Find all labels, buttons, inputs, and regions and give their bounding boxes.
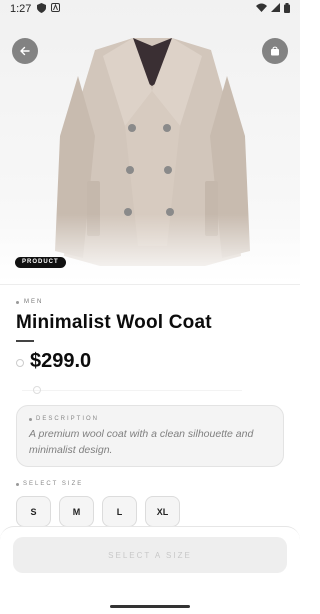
- battery-icon: [284, 2, 290, 16]
- shield-icon: [37, 2, 47, 16]
- notification-a-icon: [51, 3, 61, 15]
- divider: [0, 284, 300, 285]
- product-price: $299.0: [30, 350, 92, 372]
- status-bar: 1:27: [0, 0, 300, 18]
- signal-icon: [271, 3, 280, 15]
- product-hero-image: [0, 0, 300, 284]
- wifi-icon: [256, 3, 267, 15]
- dot-icon: [16, 300, 19, 304]
- bottom-action-bar: SELECT A SIZE: [0, 526, 300, 614]
- decorative-circle-icon: [33, 386, 41, 394]
- product-badge: PRODUCT: [15, 257, 66, 268]
- product-title: Minimalist Wool Coat: [16, 312, 212, 333]
- product-category: MEN: [16, 299, 43, 305]
- decorative-line: [22, 390, 242, 391]
- description-text: A premium wool coat with a clean silhoue…: [29, 428, 254, 456]
- shopping-bag-icon: [271, 46, 279, 56]
- description-card: DESCRIPTION A premium wool coat with a c…: [16, 405, 284, 467]
- size-selector: S M L XL: [16, 496, 180, 527]
- category-label: MEN: [24, 299, 44, 305]
- back-button[interactable]: [12, 38, 38, 64]
- size-option-xl[interactable]: XL: [145, 496, 180, 527]
- size-section-label: SELECT SIZE: [16, 481, 83, 487]
- title-underline: [16, 340, 34, 342]
- size-option-s[interactable]: S: [16, 496, 51, 527]
- description-label: DESCRIPTION: [29, 416, 271, 422]
- dot-icon: [16, 482, 19, 486]
- status-time: 1:27: [10, 3, 32, 15]
- price-marker-icon: [16, 359, 24, 367]
- size-option-m[interactable]: M: [59, 496, 94, 527]
- home-indicator[interactable]: [110, 605, 190, 608]
- size-option-l[interactable]: L: [102, 496, 137, 527]
- cart-button[interactable]: [262, 38, 288, 64]
- dot-icon: [29, 417, 32, 421]
- select-size-button[interactable]: SELECT A SIZE: [13, 537, 287, 573]
- arrow-left-icon: [20, 46, 30, 56]
